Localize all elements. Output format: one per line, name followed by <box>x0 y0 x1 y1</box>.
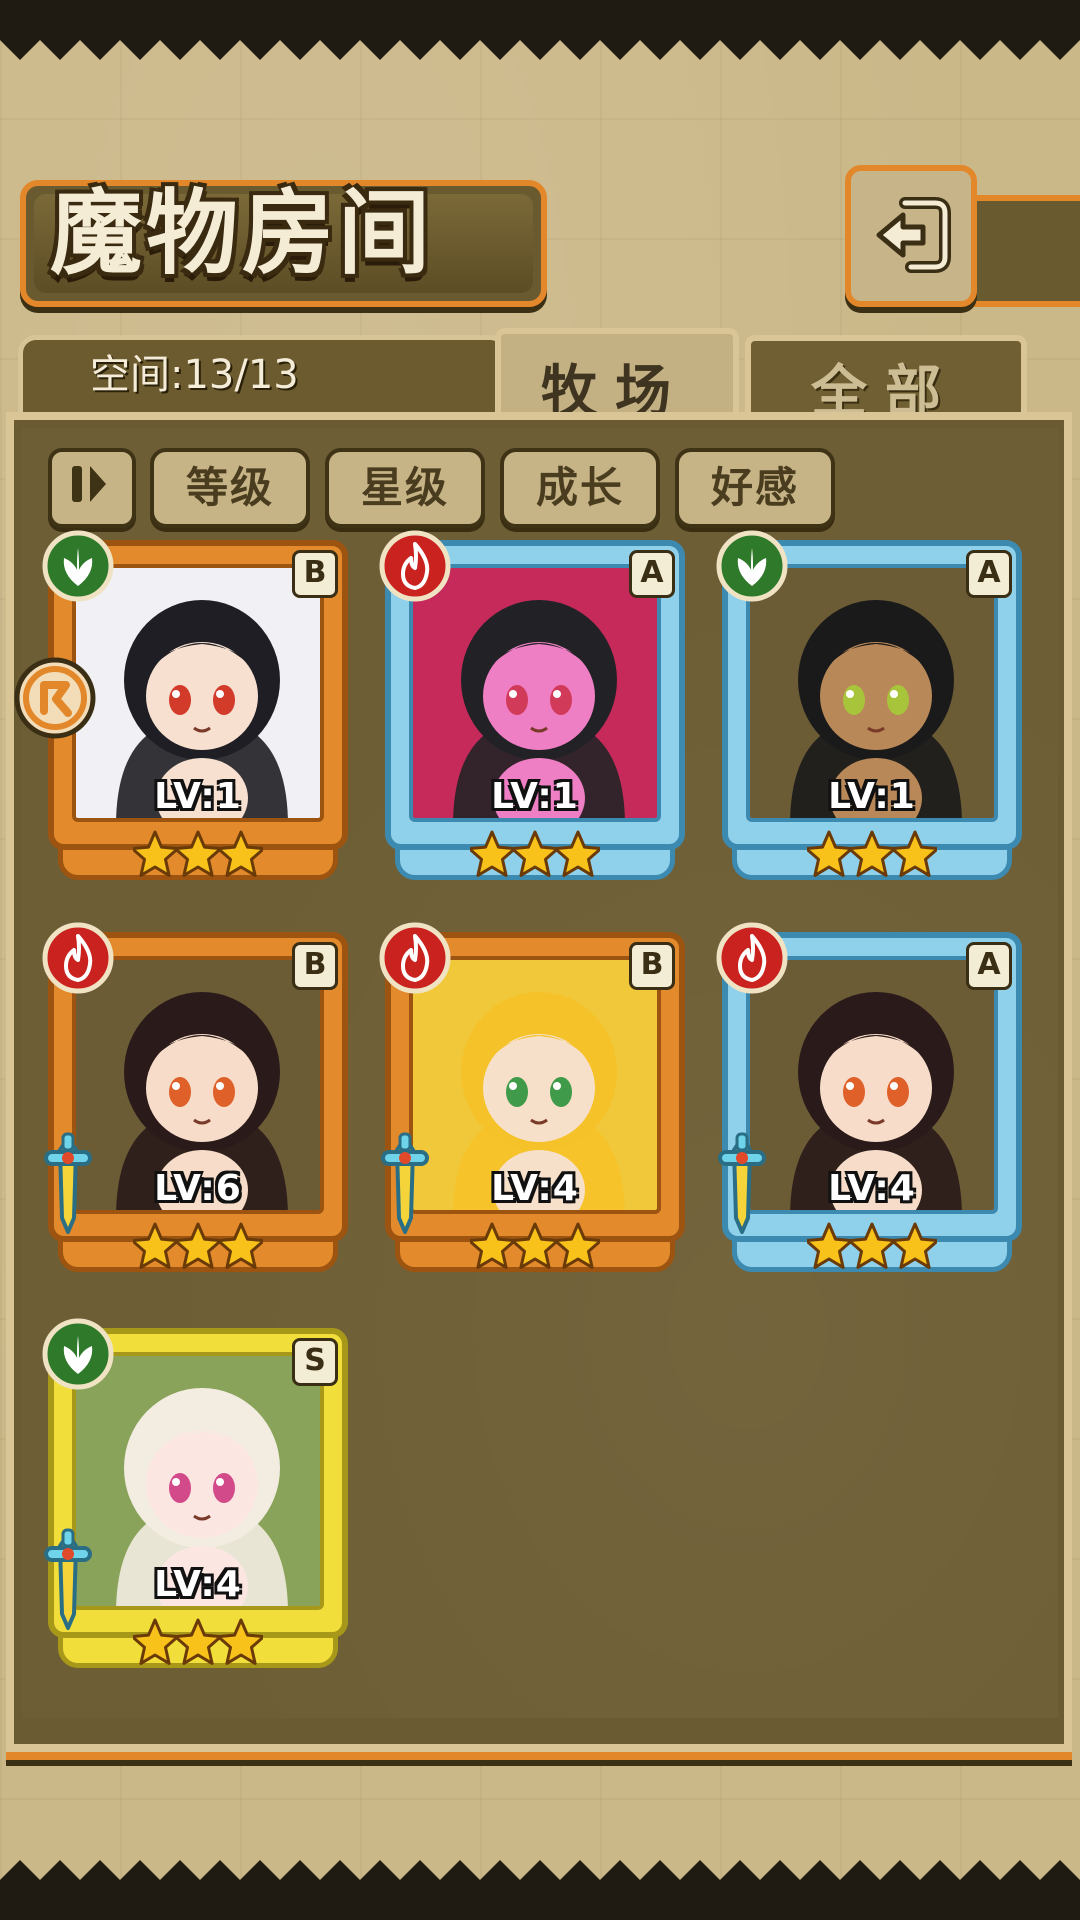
star-icon <box>470 1222 517 1269</box>
star-icon <box>553 1222 600 1269</box>
star-icon <box>890 1222 937 1269</box>
monster-level: LV:4 <box>828 1168 916 1209</box>
fire-element-icon <box>42 922 114 994</box>
sort-order-toggle[interactable] <box>48 448 136 528</box>
star-icon <box>133 1618 180 1665</box>
star-rating <box>133 830 263 877</box>
monster-card[interactable]: LV:1 A <box>716 530 1022 885</box>
monster-card[interactable]: LV:1 A <box>379 530 685 885</box>
capacity-label: 空间:13/13 <box>90 352 299 398</box>
star-icon <box>807 1222 854 1269</box>
star-rating <box>133 1222 263 1269</box>
monster-card[interactable]: LV:6 B <box>42 922 348 1277</box>
sort-by-star-button[interactable]: 星级 <box>325 448 485 528</box>
monster-level: LV:6 <box>154 1168 242 1209</box>
star-rating <box>807 830 937 877</box>
star-icon <box>553 830 600 877</box>
star-icon <box>847 1222 897 1269</box>
star-icon <box>173 1618 223 1665</box>
star-icon <box>133 1222 180 1269</box>
rank-badge: A <box>966 942 1012 990</box>
lock-toggle-icon[interactable] <box>12 655 98 741</box>
leaf-element-icon <box>42 1318 114 1390</box>
bottom-zigzag-border <box>0 1860 1080 1920</box>
star-icon <box>173 830 223 877</box>
rank-badge: S <box>292 1338 338 1386</box>
sword-icon <box>718 1132 766 1234</box>
star-icon <box>133 830 180 877</box>
page-title: 魔物房间 <box>50 179 435 287</box>
pause-icon <box>72 466 106 502</box>
top-zigzag-border <box>0 0 1080 60</box>
monster-card[interactable]: LV:4 B <box>379 922 685 1277</box>
star-icon <box>216 830 263 877</box>
star-icon <box>510 1222 560 1269</box>
monster-level: LV:4 <box>154 1564 242 1605</box>
star-icon <box>807 830 854 877</box>
star-rating <box>133 1618 263 1665</box>
monster-card[interactable]: LV:4 S <box>42 1318 348 1673</box>
star-icon <box>216 1618 263 1665</box>
monster-level: LV:4 <box>491 1168 579 1209</box>
star-icon <box>890 830 937 877</box>
rank-badge: A <box>966 550 1012 598</box>
rank-badge: B <box>629 942 675 990</box>
monster-level: LV:1 <box>491 776 579 817</box>
back-button[interactable] <box>845 165 977 307</box>
sort-by-growth-button[interactable]: 成长 <box>500 448 660 528</box>
rank-badge: B <box>292 942 338 990</box>
monster-level: LV:1 <box>154 776 242 817</box>
leaf-element-icon <box>716 530 788 602</box>
rank-badge: A <box>629 550 675 598</box>
sword-icon <box>44 1528 92 1630</box>
rank-badge: B <box>292 550 338 598</box>
sword-icon <box>44 1132 92 1234</box>
star-icon <box>470 830 517 877</box>
sword-icon <box>381 1132 429 1234</box>
star-icon <box>173 1222 223 1269</box>
sort-by-level-button[interactable]: 等级 <box>150 448 310 528</box>
star-rating <box>470 1222 600 1269</box>
star-icon <box>216 1222 263 1269</box>
star-rating <box>807 1222 937 1269</box>
back-button-bar <box>960 195 1080 307</box>
monster-card[interactable]: LV:4 A <box>716 922 1022 1277</box>
leaf-element-icon <box>42 530 114 602</box>
fire-element-icon <box>379 530 451 602</box>
star-icon <box>847 830 897 877</box>
back-arrow-icon <box>876 197 951 273</box>
fire-element-icon <box>716 922 788 994</box>
monster-level: LV:1 <box>828 776 916 817</box>
sort-by-affection-button[interactable]: 好感 <box>675 448 835 528</box>
fire-element-icon <box>379 922 451 994</box>
star-rating <box>470 830 600 877</box>
star-icon <box>510 830 560 877</box>
